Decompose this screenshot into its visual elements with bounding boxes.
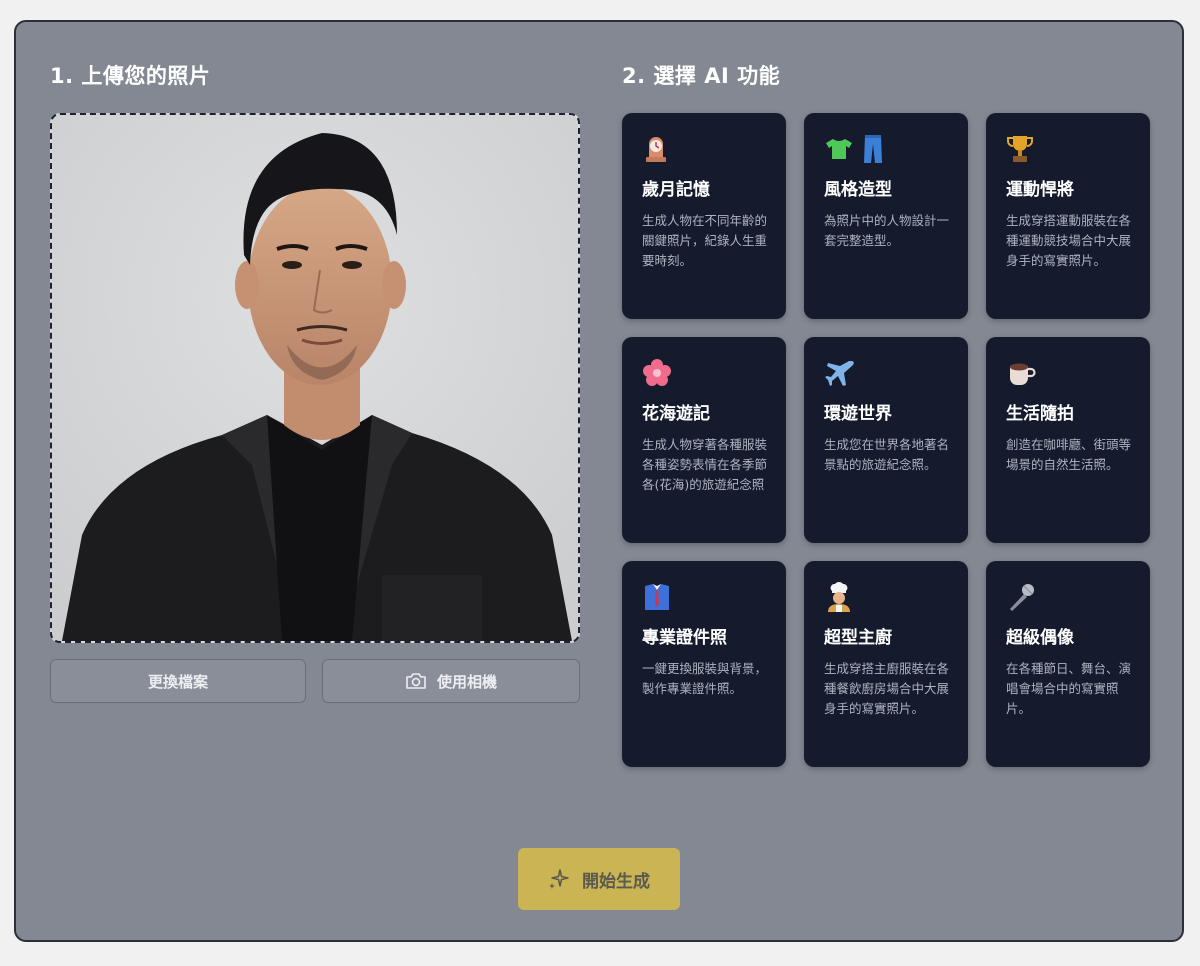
feature-title: 花海遊記 [642,404,710,424]
person-photo-illustration [52,115,578,641]
main-panel: 1. 上傳您的照片 更換檔案 使用相機 2. 選擇 AI 功能 歲月記憶 生成人… [14,20,1184,942]
feature-card-age-memory[interactable]: 歲月記憶 生成人物在不同年齡的關鍵照片，紀錄人生重要時刻。 [622,113,786,319]
feature-card-style[interactable]: 風格造型 為照片中的人物設計一套完整造型。 [804,113,968,319]
feature-desc: 在各種節日、舞台、演唱會場合中的寫實照片。 [1006,661,1132,716]
feature-card-daily-life[interactable]: 生活隨拍 創造在咖啡廳、街頭等場景的自然生活照。 [986,337,1150,543]
feature-title: 超級偶像 [1006,628,1074,648]
use-camera-button[interactable]: 使用相機 [322,659,580,703]
feature-title: 歲月記憶 [642,180,710,200]
use-camera-label: 使用相機 [436,672,497,691]
feature-desc: 一鍵更換服裝與背景，製作專業證件照。 [642,661,768,696]
feature-card-sports[interactable]: 運動悍將 生成穿搭運動服裝在各種運動競技場合中大展身手的寫實照片。 [986,113,1150,319]
change-file-label: 更換檔案 [147,672,208,691]
feature-title: 專業證件照 [642,628,727,648]
feature-card-id-photo[interactable]: 專業證件照 一鍵更換服裝與背景，製作專業證件照。 [622,561,786,767]
feature-title: 超型主廚 [824,628,892,648]
feature-title: 運動悍將 [1006,180,1074,200]
uploaded-photo[interactable] [50,113,580,643]
suit-icon [642,581,768,613]
feature-card-world-travel[interactable]: 環遊世界 生成您在世界各地著名景點的旅遊紀念照。 [804,337,968,543]
feature-title: 生活隨拍 [1006,404,1074,424]
microphone-icon [1006,581,1132,613]
feature-card-idol[interactable]: 超級偶像 在各種節日、舞台、演唱會場合中的寫實照片。 [986,561,1150,767]
feature-desc: 生成人物在不同年齡的關鍵照片，紀錄人生重要時刻。 [642,213,768,268]
airplane-icon [824,357,950,389]
change-file-button[interactable]: 更換檔案 [50,659,306,703]
feature-card-chef[interactable]: 超型主廚 生成穿搭主廚服裝在各種餐飲廚房場合中大展身手的寫實照片。 [804,561,968,767]
feature-title: 環遊世界 [824,404,892,424]
feature-title: 風格造型 [824,180,892,200]
feature-card-flower-trip[interactable]: 花海遊記 生成人物穿著各種服裝各種姿勢表情在各季節各(花海)的旅遊紀念照 [622,337,786,543]
flower-icon [642,357,768,389]
tshirt-jeans-icon [824,133,950,165]
feature-desc: 生成穿搭運動服裝在各種運動競技場合中大展身手的寫實照片。 [1006,213,1132,268]
feature-desc: 為照片中的人物設計一套完整造型。 [824,213,950,248]
start-generate-button[interactable]: 開始生成 [518,848,680,910]
feature-desc: 生成您在世界各地著名景點的旅遊紀念照。 [824,437,950,472]
feature-desc: 生成穿搭主廚服裝在各種餐飲廚房場合中大展身手的寫實照片。 [824,661,950,716]
trophy-icon [1006,133,1132,165]
sparkle-icon [548,868,570,890]
start-generate-label: 開始生成 [582,871,650,892]
clock-icon [642,133,768,165]
chef-icon [824,581,950,613]
feature-desc: 生成人物穿著各種服裝各種姿勢表情在各季節各(花海)的旅遊紀念照 [642,437,768,492]
features-section-title: 2. 選擇 AI 功能 [622,64,781,88]
upload-section-title: 1. 上傳您的照片 [50,64,211,88]
camera-icon [405,672,427,690]
feature-desc: 創造在咖啡廳、街頭等場景的自然生活照。 [1006,437,1132,472]
coffee-icon [1006,357,1132,389]
